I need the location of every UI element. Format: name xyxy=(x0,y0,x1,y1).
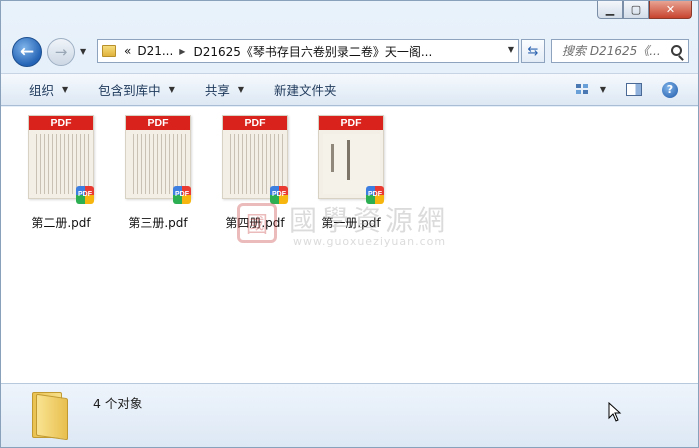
pdf-app-badge-icon: PDF xyxy=(173,186,191,204)
explorer-window: ▁ ▢ ✕ ← → ▼ « D21... ▶ D21625《琴书存目六卷别录二卷… xyxy=(0,0,699,448)
watermark-url: www.guoxueziyuan.com xyxy=(293,235,447,248)
minimize-button[interactable]: ▁ xyxy=(597,1,623,19)
organize-menu[interactable]: 组织 ▼ xyxy=(29,80,68,99)
details-pane: 4 个对象 xyxy=(1,383,698,447)
watermark: 國 國學資源網 www.guoxueziyuan.com xyxy=(237,203,497,253)
address-dropdown-button[interactable]: ▼ xyxy=(508,45,514,54)
pdf-band: PDF xyxy=(126,116,190,130)
search-input[interactable] xyxy=(562,44,670,58)
forward-button[interactable]: → xyxy=(47,38,75,66)
item-count: 4 个对象 xyxy=(93,396,143,411)
search-box[interactable] xyxy=(551,39,689,63)
back-arrow-icon: ← xyxy=(19,42,35,62)
folder-icon xyxy=(102,45,116,57)
command-bar: 组织 ▼ 包含到库中 ▼ 共享 ▼ 新建文件夹 ▼ ? xyxy=(1,73,698,106)
pdf-band: PDF xyxy=(223,116,287,130)
share-label: 共享 xyxy=(204,83,230,98)
file-item[interactable]: PDF PDF 第二册.pdf xyxy=(18,115,104,230)
page-preview xyxy=(130,134,187,194)
watermark-logo: 國 xyxy=(237,203,277,243)
file-name[interactable]: 第二册.pdf xyxy=(18,214,104,231)
file-item[interactable]: PDF PDF 第三册.pdf xyxy=(115,115,201,230)
folder-icon xyxy=(28,392,70,441)
breadcrumb-current[interactable]: D21625《琴书存目六卷别录二卷》天一阁... xyxy=(193,43,432,60)
chevron-down-icon: ▼ xyxy=(237,85,245,94)
pdf-app-badge-icon: PDF xyxy=(270,186,288,204)
recent-pages-dropdown[interactable]: ▼ xyxy=(80,47,86,56)
address-bar[interactable]: « D21... ▶ D21625《琴书存目六卷别录二卷》天一阁... ▼ xyxy=(97,39,519,63)
include-in-library-menu[interactable]: 包含到库中 ▼ xyxy=(98,80,175,99)
share-menu[interactable]: 共享 ▼ xyxy=(205,80,244,99)
preview-pane-icon[interactable] xyxy=(626,83,642,96)
breadcrumb-chevron-icon[interactable]: ▶ xyxy=(179,47,185,56)
view-options-dropdown[interactable]: ▼ xyxy=(600,85,606,94)
page-preview xyxy=(33,134,90,194)
organize-label: 组织 xyxy=(29,83,55,98)
help-icon[interactable]: ? xyxy=(662,81,678,98)
refresh-button[interactable]: ⇆ xyxy=(521,39,545,63)
include-library-label: 包含到库中 xyxy=(98,83,161,98)
breadcrumb-overflow[interactable]: « xyxy=(124,44,131,58)
breadcrumb-parent[interactable]: D21... xyxy=(137,44,173,58)
page-preview xyxy=(323,134,380,194)
page-preview xyxy=(227,134,284,194)
new-folder-button[interactable]: 新建文件夹 xyxy=(274,80,337,99)
file-name[interactable]: 第三册.pdf xyxy=(115,214,201,231)
new-folder-label: 新建文件夹 xyxy=(274,83,337,98)
pdf-app-badge-icon: PDF xyxy=(76,186,94,204)
search-icon[interactable] xyxy=(671,45,682,56)
close-button[interactable]: ✕ xyxy=(649,1,692,19)
forward-arrow-icon: → xyxy=(54,43,68,61)
watermark-title: 國學資源網 xyxy=(289,204,450,237)
maximize-button[interactable]: ▢ xyxy=(623,1,649,19)
chevron-down-icon: ▼ xyxy=(62,85,69,94)
pdf-band: PDF xyxy=(29,116,93,130)
back-button[interactable]: ← xyxy=(12,37,42,67)
toolbar-right-group: ▼ ? xyxy=(575,74,698,105)
change-view-icon[interactable] xyxy=(575,83,590,96)
pdf-band: PDF xyxy=(319,116,383,130)
file-list-area[interactable]: PDF PDF 第二册.pdf PDF PDF 第三册.pdf PDF PDF … xyxy=(1,107,698,383)
chevron-down-icon: ▼ xyxy=(168,85,175,94)
caption-buttons: ▁ ▢ ✕ xyxy=(597,1,692,19)
navigation-bar: ← → ▼ « D21... ▶ D21625《琴书存目六卷别录二卷》天一阁..… xyxy=(1,35,698,67)
refresh-icon: ⇆ xyxy=(527,43,539,59)
